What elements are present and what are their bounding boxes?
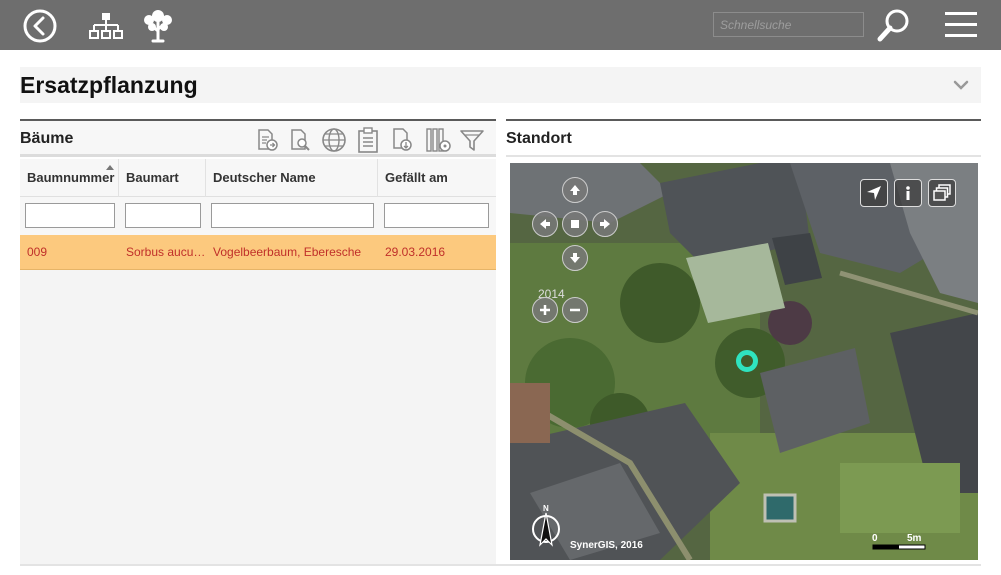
locate-arrow-icon[interactable]	[860, 179, 888, 207]
cell-gefaellt-am: 29.03.2016	[385, 245, 446, 259]
pan-down-icon[interactable]	[562, 245, 588, 271]
layers-icon[interactable]	[928, 179, 956, 207]
column-header-deutscher-name[interactable]: Deutscher Name	[206, 159, 378, 197]
zoom-out-icon[interactable]	[562, 297, 588, 323]
hierarchy-icon[interactable]	[88, 8, 124, 44]
column-label: Baumart	[126, 170, 179, 185]
top-bar	[0, 0, 1001, 50]
hamburger-menu-icon[interactable]	[942, 8, 980, 42]
page-header: Ersatzpflanzung	[20, 67, 981, 103]
info-icon[interactable]	[894, 179, 922, 207]
trees-table-header: Baumnummer Baumart Deutscher Name Gefäll…	[20, 159, 496, 197]
clipboard-icon[interactable]	[355, 127, 381, 153]
scale-start-label: 0	[872, 533, 878, 544]
aerial-map[interactable]: 2014 N SynerGIS, 2016 0 5m	[510, 163, 978, 560]
filter-baumnummer-input[interactable]	[25, 203, 115, 228]
column-label: Gefällt am	[385, 170, 448, 185]
tree-icon[interactable]	[140, 6, 176, 44]
location-panel-title: Standort	[506, 130, 572, 147]
table-body-empty-area	[20, 270, 496, 565]
document-search-icon[interactable]	[287, 127, 313, 153]
column-header-gefaellt-am[interactable]: Gefällt am	[378, 159, 496, 197]
divider	[20, 564, 981, 566]
cell-deutscher-name: Vogelbeerbaum, Eberesche	[213, 245, 362, 259]
trees-panel-title: Bäume	[20, 130, 74, 147]
page-title: Ersatzpflanzung	[20, 72, 198, 98]
location-panel: Standort 2014 N SynerGIS, 2016 0 5m	[506, 119, 981, 565]
cell-baumart: Sorbus aucuparia	[126, 245, 206, 259]
trees-panel: Bäume Baumnummer Baumart Deutscher Name …	[20, 119, 496, 565]
location-panel-header: Standort	[506, 119, 981, 157]
svg-text:N: N	[543, 504, 549, 513]
sort-ascending-icon	[106, 165, 114, 170]
column-header-baumart[interactable]: Baumart	[119, 159, 206, 197]
filter-baumart-input[interactable]	[125, 203, 201, 228]
pan-center-icon[interactable]	[562, 211, 588, 237]
search-icon[interactable]	[876, 6, 914, 44]
globe-icon[interactable]	[321, 127, 347, 153]
column-settings-icon[interactable]	[425, 127, 451, 153]
pan-right-icon[interactable]	[592, 211, 618, 237]
trees-panel-header: Bäume	[20, 119, 496, 157]
filter-row	[20, 197, 496, 235]
pan-up-icon[interactable]	[562, 177, 588, 203]
filter-gefaellt-am-input[interactable]	[384, 203, 489, 228]
scale-end-label: 5m	[907, 533, 922, 544]
column-label: Baumnummer	[27, 170, 115, 185]
map-copyright: SynerGIS, 2016	[570, 540, 643, 551]
table-row[interactable]: 009 Sorbus aucuparia Vogelbeerbaum, Eber…	[20, 235, 496, 270]
export-icon[interactable]	[254, 127, 280, 153]
back-circle-icon[interactable]	[22, 8, 58, 44]
cell-baumnummer: 009	[27, 245, 48, 259]
quick-search-input[interactable]	[713, 12, 864, 37]
north-arrow-icon: N	[532, 504, 560, 547]
zoom-in-icon[interactable]	[532, 297, 558, 323]
chevron-down-icon[interactable]	[951, 75, 971, 95]
pan-left-icon[interactable]	[532, 211, 558, 237]
column-header-baumnummer[interactable]: Baumnummer	[20, 159, 119, 197]
tree-location-marker[interactable]	[736, 350, 758, 372]
filter-icon[interactable]	[459, 127, 485, 153]
download-document-icon[interactable]	[389, 127, 415, 153]
column-label: Deutscher Name	[213, 170, 316, 185]
filter-deutscher-name-input[interactable]	[211, 203, 374, 228]
